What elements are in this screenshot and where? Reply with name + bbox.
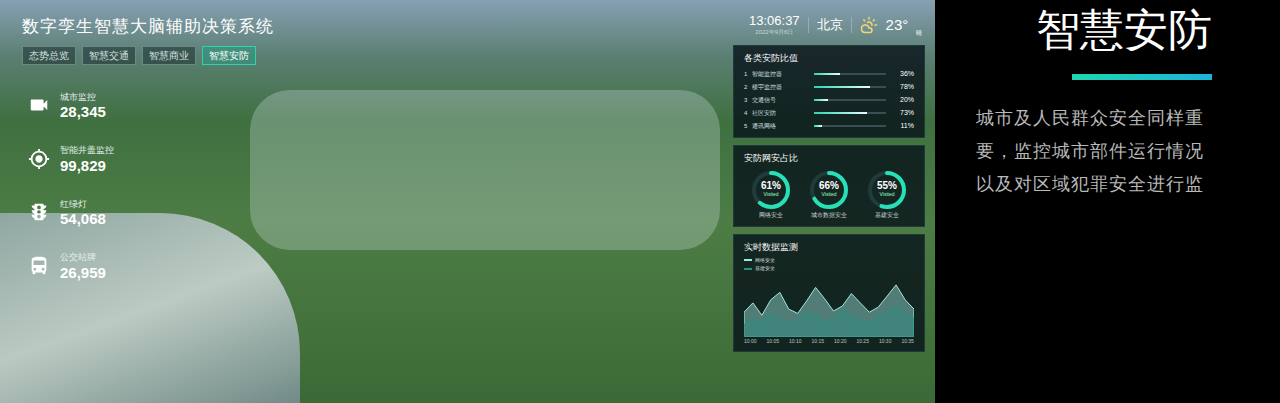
panel-title: 各类安防比值 [744,52,914,66]
stat-value: 26,959 [60,265,106,281]
share-panel: 安防网安占比 61%Visited网络安全66%Visited城市数据安全55%V… [733,145,925,228]
weather: 晴 [916,29,922,38]
ratio-fill [814,99,828,101]
ratio-fill [814,125,822,127]
accent-bar [1072,74,1212,80]
camera-icon [28,94,50,116]
ratio-track [814,125,886,127]
stat-label: 城市监控 [60,91,106,105]
chart-series [744,284,914,336]
tab-bar: 态势总览智慧交通智慧商业智慧安防 [22,46,733,65]
stat-value: 99,829 [60,158,114,174]
stat-label: 红绿灯 [60,198,106,212]
ring-item: 66%Visited城市数据安全 [802,169,856,220]
ratio-fill [814,86,870,88]
time-weather: 13:06:372022年9月6日 北京 23° 晴 [733,12,925,38]
ring-item: 61%Visited网络安全 [744,169,798,220]
water-area [0,213,300,403]
tab[interactable]: 态势总览 [22,46,76,65]
stat-value: 28,345 [60,104,106,120]
temperature: 23° [886,14,909,37]
legend-item: 基建安全 [744,265,914,273]
ratio-track [814,99,886,101]
stat-item: 公交站牌26,959 [28,251,733,281]
area-chart [744,275,914,337]
x-axis: 10:0010:0510:1010:1510:2010:2510:3010:35 [744,338,914,346]
ratio-track [814,73,886,75]
target-icon [28,148,50,170]
ratio-track [814,112,886,114]
page: 数字孪生智慧大脑辅助决策系统态势总览智慧交通智慧商业智慧安防城市监控28,345… [0,0,1280,403]
tab[interactable]: 智慧商业 [142,46,196,65]
stats-list: 城市监控28,345 智能井盖监控99,829 红绿灯54,068 公交站牌26,95… [22,91,733,281]
right-column: 13:06:372022年9月6日 北京 23° 晴各类安防比值 1智能监控器36% 2楼… [733,0,925,403]
date: 2022年9月6日 [755,28,793,37]
bus-icon [28,255,50,277]
tab[interactable]: 智慧安防 [202,46,256,65]
traffic-icon [28,201,50,223]
ratio-track [814,86,886,88]
tab[interactable]: 智慧交通 [82,46,136,65]
ratio-fill [814,112,867,114]
stat-value: 54,068 [60,211,106,227]
monitor-panel: 实时数据监测网络安全基建安全10:0010:0510:1010:1510:201… [733,234,925,352]
stat-item: 红绿灯54,068 [28,198,733,228]
ratio-panel: 各类安防比值 1智能监控器36% 2楼宇监控器78% 3交通信号20% 4社区安防73%… [733,45,925,138]
ratio-row: 3交通信号20% [744,96,914,105]
clock: 13:06:37 [749,14,800,28]
panel-title: 安防网安占比 [744,152,914,166]
city: 北京 [817,15,843,35]
city-area [250,90,720,250]
ratio-row: 5通讯网络11% [744,122,914,131]
slide-title: 智慧安防 [1036,4,1212,56]
system-title: 数字孪生智慧大脑辅助决策系统 [22,14,733,40]
ratio-row: 4社区安防73% [744,109,914,118]
ring-item: 55%Visited基建安全 [860,169,914,220]
ratio-row: 2楼宇监控器78% [744,83,914,92]
stat-label: 公交站牌 [60,251,106,265]
slide-body: 城市及人民群众安全同样重要，监控城市部件运行情况以及对区域犯罪安全进行监 [976,102,1216,201]
ratio-fill [814,73,840,75]
stat-item: 城市监控28,345 [28,91,733,121]
stat-label: 智能井盖监控 [60,144,114,158]
stat-item: 智能井盖监控99,829 [28,144,733,174]
legend-item: 网络安全 [744,257,914,265]
slide-panel: 智慧安防城市及人民群众安全同样重要，监控城市部件运行情况以及对区域犯罪安全进行监 [935,0,1280,403]
cloud-sun-icon [860,16,878,34]
legend: 网络安全基建安全 [744,257,914,273]
dashboard: 数字孪生智慧大脑辅助决策系统态势总览智慧交通智慧商业智慧安防城市监控28,345… [0,0,935,403]
ratio-row: 1智能监控器36% [744,70,914,79]
panel-title: 实时数据监测 [744,241,914,255]
chart-series [744,306,914,337]
